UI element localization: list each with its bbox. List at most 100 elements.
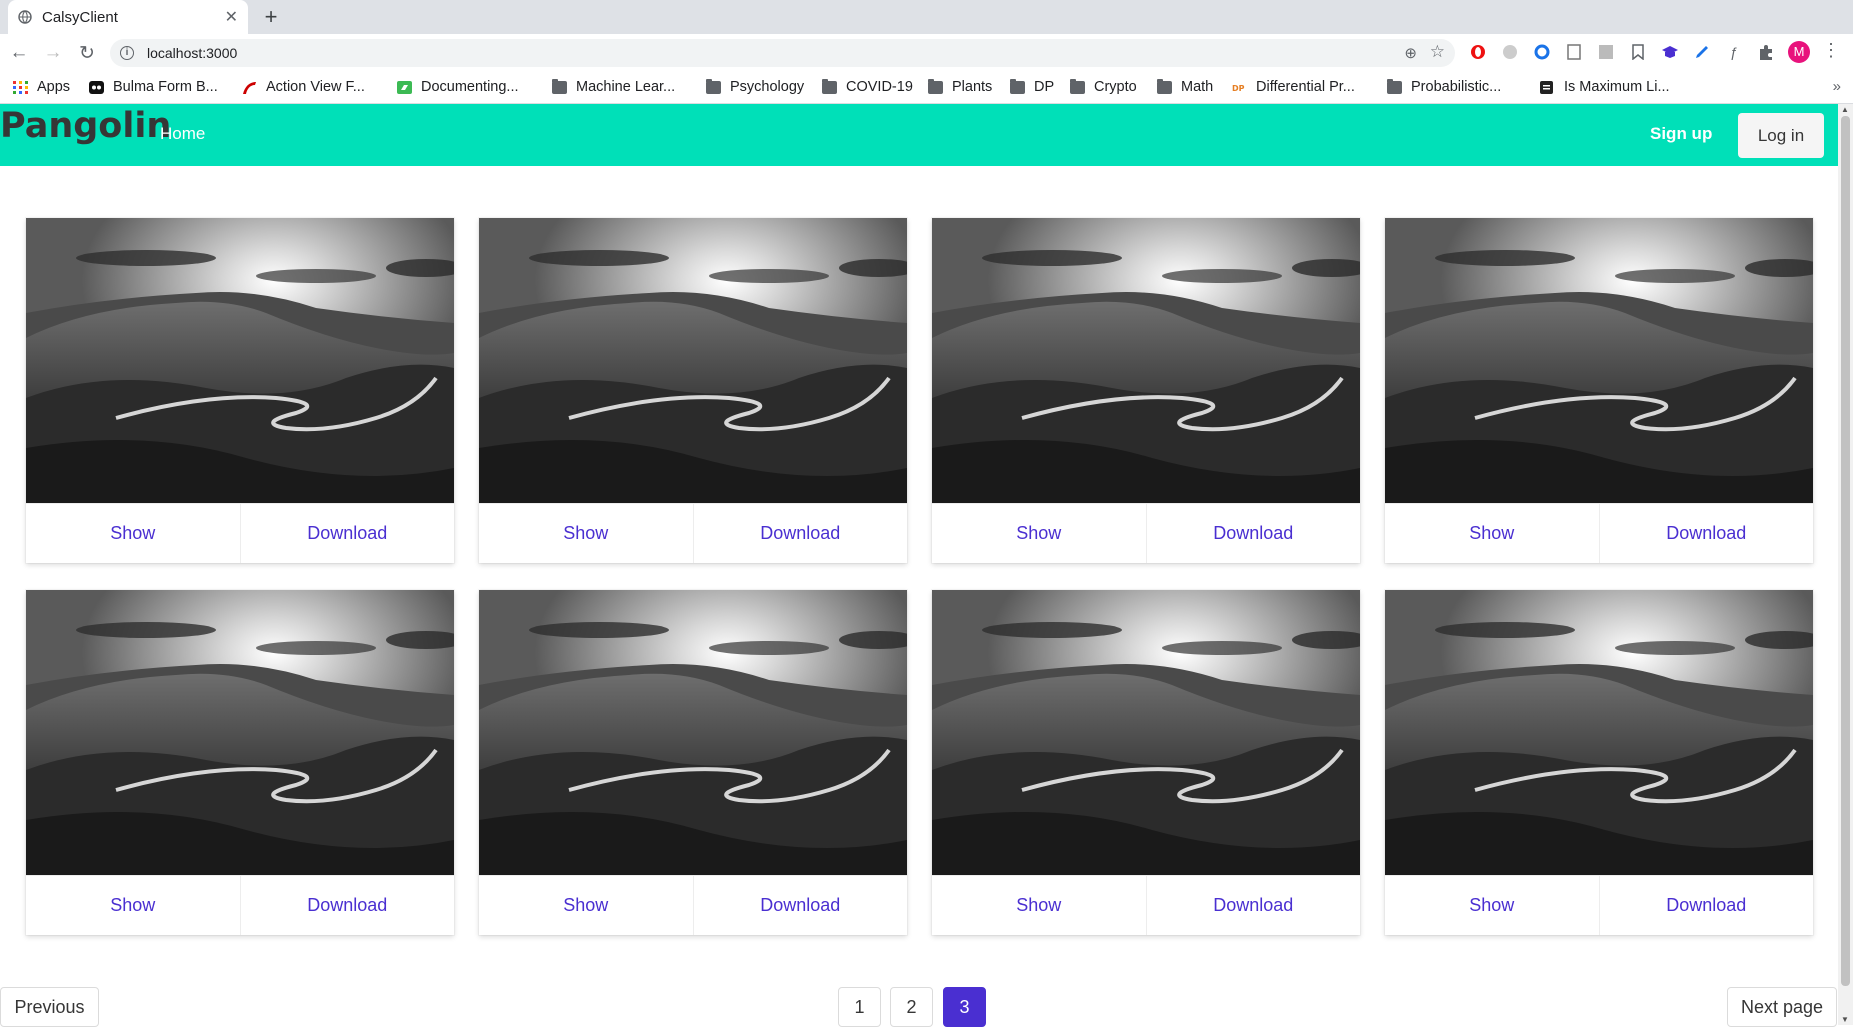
landscape-photo[interactable] [479, 590, 907, 875]
image-card: Show Download [479, 218, 907, 563]
image-card: Show Download [932, 218, 1360, 563]
bookmark-maximum-likelihood[interactable]: Is Maximum Li... [1540, 79, 1670, 95]
bookmark-label: Plants [952, 79, 993, 95]
bookmark-label: Apps [37, 79, 71, 95]
bookmark-psychology[interactable]: Psychology [706, 78, 804, 95]
download-button[interactable]: Download [239, 876, 455, 935]
landscape-photo[interactable] [932, 590, 1360, 875]
card-footer: Show Download [1385, 503, 1813, 563]
login-button[interactable]: Log in [1738, 113, 1824, 158]
bookmark-plants[interactable]: Plants [928, 78, 993, 95]
profile-avatar[interactable]: M [1788, 41, 1810, 63]
page-3-button[interactable]: 3 [943, 987, 986, 1027]
download-button[interactable]: Download [1145, 504, 1361, 563]
card-footer: Show Download [932, 875, 1360, 935]
bookmark-extension-icon[interactable] [1628, 42, 1648, 62]
bookmark-label: Probabilistic... [1411, 79, 1502, 95]
bookmark-dp[interactable]: DP [1010, 78, 1054, 95]
url-text[interactable]: localhost:3000 [147, 45, 237, 61]
bookmarks-bar: Apps Bulma Form B... Action View F... Do… [0, 72, 1853, 104]
bookmark-label: Action View F... [266, 79, 365, 95]
bookmark-documenting[interactable]: Documenting... [397, 79, 519, 95]
show-button[interactable]: Show [1385, 876, 1599, 935]
bookmark-machine-learning[interactable]: Machine Lear... [552, 78, 675, 95]
landscape-photo[interactable] [26, 590, 454, 875]
show-button[interactable]: Show [479, 876, 693, 935]
puzzle-extensions-icon[interactable] [1756, 42, 1776, 62]
card-footer: Show Download [26, 503, 454, 563]
more-bookmarks-icon[interactable]: » [1833, 78, 1841, 95]
bookmark-label: Math [1181, 79, 1214, 95]
show-button[interactable]: Show [932, 876, 1146, 935]
previous-page-button[interactable]: Previous [0, 987, 99, 1027]
highlighter-extension-icon[interactable] [1692, 42, 1712, 62]
bookmark-label: Differential Pr... [1256, 79, 1355, 95]
card-footer: Show Download [1385, 875, 1813, 935]
image-card: Show Download [26, 218, 454, 563]
bookmark-bulma-form[interactable]: Bulma Form B... [89, 79, 218, 95]
download-button[interactable]: Download [692, 876, 908, 935]
bookmark-covid[interactable]: COVID-19 [822, 78, 913, 95]
bookmark-action-view[interactable]: Action View F... [242, 79, 365, 95]
landscape-photo[interactable] [479, 218, 907, 503]
scroll-down-arrow-icon[interactable]: ▼ [1841, 1015, 1849, 1024]
browser-tab-strip: CalsyClient ✕ + [0, 0, 1853, 34]
bookmark-crypto[interactable]: Crypto [1070, 78, 1137, 95]
blue-ring-extension-icon[interactable] [1532, 42, 1552, 62]
folder-icon [928, 78, 943, 94]
show-button[interactable]: Show [932, 504, 1146, 563]
folder-icon [1387, 78, 1402, 94]
browser-menu-icon[interactable]: ⋮ [1822, 40, 1840, 61]
rails-icon [243, 81, 256, 94]
forward-icon[interactable]: → [38, 42, 68, 64]
browser-tab[interactable]: CalsyClient ✕ [8, 0, 248, 34]
page-1-button[interactable]: 1 [838, 987, 881, 1027]
bookmark-label: Crypto [1094, 79, 1137, 95]
page-scrollbar[interactable]: ▲ ▼ [1838, 104, 1853, 1025]
download-button[interactable]: Download [692, 504, 908, 563]
download-button[interactable]: Download [239, 504, 455, 563]
nav-home-link[interactable]: Home [160, 124, 205, 144]
show-button[interactable]: Show [26, 876, 240, 935]
bookmark-apps[interactable]: Apps [13, 79, 70, 95]
graduation-cap-extension-icon[interactable] [1660, 42, 1680, 62]
grey-extension-icon[interactable] [1500, 42, 1520, 62]
next-page-button[interactable]: Next page [1727, 987, 1837, 1027]
show-button[interactable]: Show [479, 504, 693, 563]
site-info-icon[interactable]: i [120, 46, 134, 60]
reload-icon[interactable]: ↻ [72, 42, 102, 65]
back-icon[interactable]: ← [4, 42, 34, 64]
bookmark-star-icon[interactable]: ☆ [1430, 42, 1445, 62]
folder-icon [1010, 78, 1025, 94]
signup-link[interactable]: Sign up [1650, 124, 1712, 144]
download-button[interactable]: Download [1598, 504, 1814, 563]
bookmark-math[interactable]: Math [1157, 78, 1214, 95]
page-2-button[interactable]: 2 [890, 987, 933, 1027]
bookmark-differential-privacy[interactable]: DP Differential Pr... [1232, 79, 1355, 95]
brand-logo[interactable]: Pangolin [0, 106, 171, 146]
landscape-photo[interactable] [1385, 590, 1813, 875]
close-tab-icon[interactable]: ✕ [225, 7, 238, 27]
new-tab-button[interactable]: + [258, 4, 284, 30]
folder-icon [822, 78, 837, 94]
landscape-photo[interactable] [26, 218, 454, 503]
scrollbar-thumb[interactable] [1841, 116, 1850, 986]
image-card: Show Download [26, 590, 454, 935]
document-extension-icon[interactable] [1564, 42, 1584, 62]
landscape-photo[interactable] [932, 218, 1360, 503]
scroll-up-arrow-icon[interactable]: ▲ [1841, 105, 1849, 114]
download-button[interactable]: Download [1145, 876, 1361, 935]
download-button[interactable]: Download [1598, 876, 1814, 935]
landscape-photo[interactable] [1385, 218, 1813, 503]
opera-extension-icon[interactable] [1468, 42, 1488, 62]
bookmark-label: COVID-19 [846, 79, 913, 95]
zoom-icon[interactable]: ⊕ [1404, 44, 1417, 62]
address-bar[interactable]: i localhost:3000 ⊕ ☆ [110, 39, 1455, 67]
image-card: Show Download [479, 590, 907, 935]
bookmark-probabilistic[interactable]: Probabilistic... [1387, 78, 1502, 95]
translate-extension-icon[interactable] [1596, 42, 1616, 62]
show-button[interactable]: Show [1385, 504, 1599, 563]
formula-extension-icon[interactable]: ƒ [1724, 42, 1744, 62]
card-footer: Show Download [932, 503, 1360, 563]
show-button[interactable]: Show [26, 504, 240, 563]
